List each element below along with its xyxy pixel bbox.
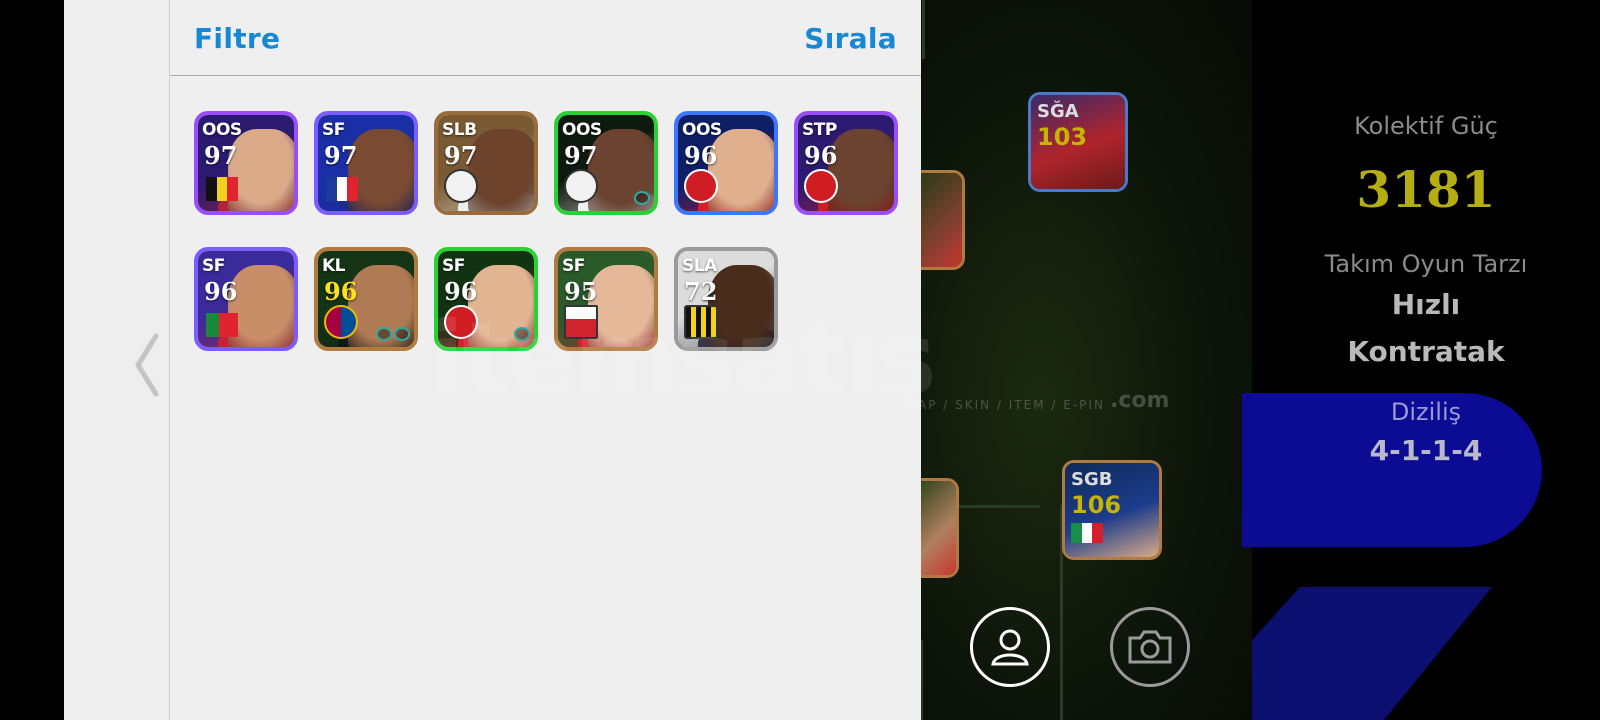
collective-power-value: 3181 bbox=[1356, 160, 1496, 219]
formation-label: Diziliş bbox=[1390, 398, 1462, 426]
player-position: SF bbox=[202, 256, 225, 276]
player-position: OOS bbox=[562, 120, 602, 140]
player-rating: 96 bbox=[684, 141, 718, 170]
player-portrait bbox=[588, 265, 654, 347]
team-style-value-1: Hızlı bbox=[1391, 288, 1461, 321]
player-rating: 96 bbox=[204, 277, 238, 306]
player-portrait bbox=[348, 129, 414, 211]
player-rating: 97 bbox=[324, 141, 358, 170]
player-rating: 97 bbox=[564, 141, 598, 170]
player-selection-panel: Filtre Sırala OOS 97 SF 97 SLB 97 OOS 97 OOS 96 ST… bbox=[170, 0, 921, 720]
profile-button[interactable] bbox=[970, 607, 1050, 687]
player-rating: 72 bbox=[684, 277, 718, 306]
flag-france-icon bbox=[326, 177, 359, 201]
player-rating: 96 bbox=[324, 277, 358, 306]
skill-chip-icon bbox=[394, 327, 410, 341]
player-rating: 95 bbox=[564, 277, 598, 306]
player-rating: 97 bbox=[204, 141, 238, 170]
person-icon bbox=[991, 629, 1029, 666]
crest-arsenal-icon bbox=[684, 169, 718, 203]
crest-icon bbox=[444, 169, 478, 203]
game-screen: SĞA 103 SGB 106 Kolektif Güç 3181 Takım … bbox=[0, 0, 1600, 720]
player-rating: 96 bbox=[444, 277, 478, 306]
skill-chip-icon bbox=[634, 191, 650, 205]
crest-bayern-icon bbox=[444, 305, 478, 339]
lineup-card-sgb[interactable]: SGB 106 bbox=[1062, 460, 1162, 560]
player-card[interactable]: KL 96 bbox=[314, 247, 418, 351]
player-card[interactable]: OOS 96 bbox=[674, 111, 778, 215]
player-position: OOS bbox=[682, 120, 722, 140]
player-position: OOS bbox=[202, 120, 242, 140]
camera-icon bbox=[1128, 630, 1172, 664]
player-card[interactable]: SF 96 bbox=[434, 247, 538, 351]
player-portrait bbox=[228, 129, 294, 211]
player-position: SF bbox=[562, 256, 585, 276]
chevron-left-icon[interactable] bbox=[128, 332, 168, 398]
player-position: SLB bbox=[442, 120, 477, 140]
player-card[interactable]: OOS 97 bbox=[554, 111, 658, 215]
flag-portugal-icon bbox=[206, 313, 239, 337]
player-card[interactable]: SLB 97 bbox=[434, 111, 538, 215]
lineup-card-sga[interactable]: SĞA 103 bbox=[1028, 92, 1128, 192]
skill-chips bbox=[514, 327, 530, 343]
crest-liverpool-icon bbox=[804, 169, 838, 203]
panel-header: Filtre Sırala bbox=[170, 0, 921, 76]
collective-power-label: Kolektif Güç bbox=[1354, 112, 1498, 140]
lineup-card-position: SGB bbox=[1071, 469, 1113, 490]
player-position: SF bbox=[442, 256, 465, 276]
sort-button[interactable]: Sırala bbox=[804, 22, 897, 55]
player-card[interactable]: OOS 97 bbox=[194, 111, 298, 215]
player-portrait bbox=[228, 265, 294, 347]
player-portrait bbox=[468, 129, 534, 211]
player-card[interactable]: STP 96 bbox=[794, 111, 898, 215]
player-rating: 97 bbox=[444, 141, 478, 170]
player-position: KL bbox=[322, 256, 346, 276]
skill-chips bbox=[634, 191, 650, 207]
crest-icon bbox=[564, 169, 598, 203]
player-card[interactable]: SF 96 bbox=[194, 247, 298, 351]
player-card[interactable]: SLA 72 bbox=[674, 247, 778, 351]
player-rating: 96 bbox=[804, 141, 838, 170]
player-card-grid: OOS 97 SF 97 SLB 97 OOS 97 OOS 96 STP 96 SF 96 KL 96 SF 9… bbox=[194, 111, 902, 351]
lineup-card-rating: 106 bbox=[1071, 491, 1122, 519]
camera-button[interactable] bbox=[1110, 607, 1190, 687]
player-position: STP bbox=[802, 120, 837, 140]
player-card[interactable]: SF 95 bbox=[554, 247, 658, 351]
crest-mdrw-icon bbox=[564, 305, 598, 339]
lineup-card-rating: 103 bbox=[1037, 123, 1088, 151]
filter-button[interactable]: Filtre bbox=[194, 22, 280, 55]
skill-chips bbox=[376, 327, 410, 343]
player-portrait bbox=[828, 129, 894, 211]
lineup-card-position: SĞA bbox=[1037, 101, 1079, 122]
flag-italy-icon bbox=[1071, 523, 1104, 543]
crest-stripes-icon bbox=[684, 305, 718, 339]
player-card[interactable]: SF 97 bbox=[314, 111, 418, 215]
flag-belgium-icon bbox=[206, 177, 239, 201]
skill-chip-icon bbox=[376, 327, 392, 341]
team-style-value-2: Kontratak bbox=[1347, 335, 1505, 368]
formation-value[interactable]: 4-1-1-4 bbox=[1252, 434, 1600, 467]
crest-barcelona-icon bbox=[324, 305, 358, 339]
player-portrait bbox=[708, 129, 774, 211]
player-position: SF bbox=[322, 120, 345, 140]
skill-chip-icon bbox=[514, 327, 530, 341]
player-position: SLA bbox=[682, 256, 717, 276]
team-style-label: Takım Oyun Tarzı bbox=[1324, 250, 1528, 278]
player-portrait bbox=[708, 265, 774, 347]
